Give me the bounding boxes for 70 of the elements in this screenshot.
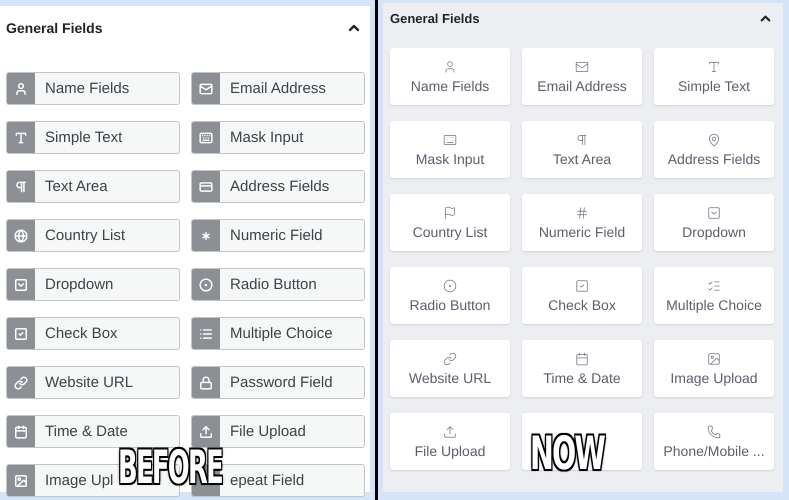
calendar-icon xyxy=(14,424,28,438)
field-button[interactable]: Name Fields xyxy=(6,72,180,105)
field-button[interactable]: Numeric Field xyxy=(522,194,642,251)
upload-icon xyxy=(199,424,213,438)
text-icon xyxy=(707,60,721,74)
keyboard-icon xyxy=(199,130,213,144)
field-button[interactable]: Check Box xyxy=(6,317,180,350)
dropdown-icon xyxy=(707,206,721,220)
field-button[interactable]: Radio Button xyxy=(191,268,365,301)
field-button[interactable]: Address Fields xyxy=(191,170,365,203)
field-button[interactable]: Multiple Choice xyxy=(654,267,774,324)
flag-icon xyxy=(443,206,457,220)
caption-text: NOW xyxy=(530,433,604,472)
field-button[interactable] xyxy=(522,413,642,470)
pilcrow-icon xyxy=(575,132,589,146)
field-button[interactable]: Time & Date xyxy=(6,415,180,448)
phone-icon xyxy=(707,424,721,438)
field-button[interactable]: Dropdown xyxy=(6,268,180,301)
user-icon xyxy=(443,60,457,74)
section-title: General Fields xyxy=(390,10,480,26)
field-button[interactable]: Address Fields xyxy=(654,121,774,178)
field-button[interactable]: Phone/Mobile ... xyxy=(654,413,774,470)
field-button[interactable]: Email Address xyxy=(191,72,365,105)
keyboard-icon xyxy=(443,132,457,146)
section-title: General Fields xyxy=(6,20,102,36)
link-icon xyxy=(443,352,457,366)
field-button[interactable]: Website URL xyxy=(390,340,510,397)
field-button[interactable]: Country List xyxy=(390,194,510,251)
checkbox-icon xyxy=(575,278,589,292)
list-icon xyxy=(707,278,721,292)
link-icon xyxy=(14,376,28,390)
calendar-icon xyxy=(575,352,589,366)
hash-icon xyxy=(575,206,589,220)
field-button[interactable]: Mask Input xyxy=(390,121,510,178)
field-button[interactable]: Radio Button xyxy=(390,267,510,324)
pilcrow-icon xyxy=(14,180,28,194)
field-button[interactable]: Image Upload xyxy=(654,340,774,397)
field-button[interactable]: Country List xyxy=(6,219,180,252)
field-button[interactable]: Text Area xyxy=(6,170,180,203)
lock-icon xyxy=(199,376,213,390)
mail-icon xyxy=(575,60,589,74)
field-button[interactable]: Email Address xyxy=(522,48,642,105)
user-icon xyxy=(14,82,28,96)
field-button[interactable]: Name Fields xyxy=(390,48,510,105)
field-button[interactable]: Mask Input xyxy=(191,121,365,154)
globe-icon xyxy=(14,228,28,242)
field-button[interactable]: Numeric Field xyxy=(191,219,365,252)
field-button[interactable]: Multiple Choice xyxy=(191,317,365,350)
card-icon xyxy=(199,180,213,194)
field-button[interactable]: Time & Date xyxy=(522,340,642,397)
list-icon xyxy=(199,326,213,340)
field-button[interactable]: Simple Text xyxy=(6,121,180,154)
field-button[interactable]: Check Box xyxy=(522,267,642,324)
field-button[interactable]: File Upload xyxy=(191,415,365,448)
field-button[interactable]: Dropdown xyxy=(654,194,774,251)
field-button[interactable]: Text Area xyxy=(522,121,642,178)
radio-icon xyxy=(199,278,213,292)
upload-icon xyxy=(443,424,457,438)
mail-icon xyxy=(199,82,213,96)
checkbox-icon xyxy=(14,326,28,340)
field-button[interactable]: File Upload xyxy=(390,413,510,470)
field-button[interactable]: Password Field xyxy=(191,366,365,399)
image-icon xyxy=(707,352,721,366)
field-button[interactable]: Website URL xyxy=(6,366,180,399)
text-icon xyxy=(14,130,28,144)
field-button[interactable]: Simple Text xyxy=(654,48,774,105)
image-icon xyxy=(14,474,28,488)
dropdown-icon xyxy=(14,278,28,292)
map-pin-icon xyxy=(707,132,721,146)
radio-icon xyxy=(443,278,457,292)
